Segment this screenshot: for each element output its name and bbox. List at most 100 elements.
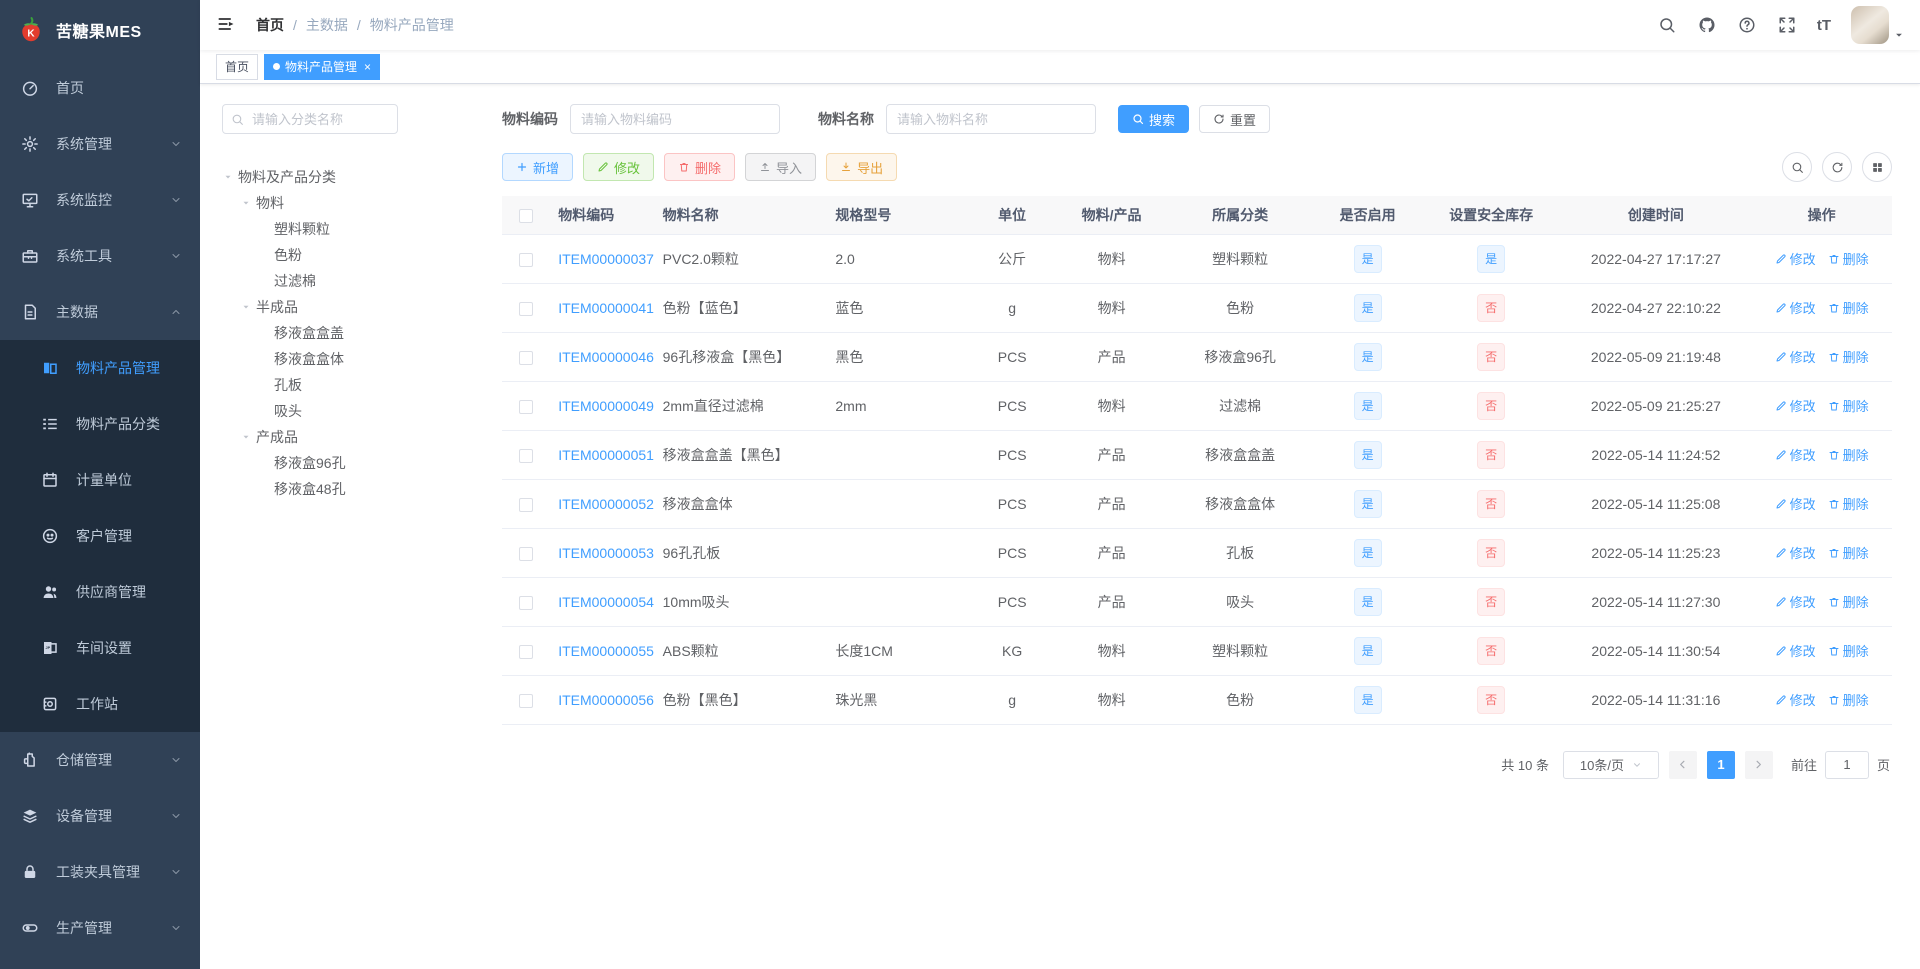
font-size-icon[interactable]: tT — [1817, 17, 1831, 34]
reset-button[interactable]: 重置 — [1199, 105, 1271, 133]
tree-node[interactable]: 移液盒盒盖 — [222, 320, 480, 346]
github-icon[interactable] — [1697, 15, 1717, 35]
row-edit-link[interactable]: 修改 — [1775, 249, 1816, 268]
sidebar-item-warehouse-mgmt[interactable]: 仓储管理 — [0, 732, 200, 788]
goto-page-input[interactable] — [1824, 750, 1869, 779]
tree-node[interactable]: 色粉 — [222, 242, 480, 268]
collapse-menu-icon[interactable] — [216, 14, 238, 36]
tree-node[interactable]: 物料 — [222, 190, 480, 216]
row-delete-link[interactable]: 删除 — [1828, 592, 1869, 611]
row-edit-link[interactable]: 修改 — [1775, 690, 1816, 709]
sidebar-item-measure-unit[interactable]: 计量单位 — [0, 452, 200, 508]
row-checkbox[interactable] — [519, 448, 534, 463]
material-code-link[interactable]: ITEM00000054 — [558, 594, 654, 610]
avatar[interactable] — [1851, 6, 1889, 44]
material-code-link[interactable]: ITEM00000051 — [558, 447, 654, 463]
tree-node[interactable]: 移液盒48孔 — [222, 476, 480, 502]
tree-node[interactable]: 物料及产品分类 — [222, 164, 480, 190]
breadcrumb-master-data[interactable]: 主数据 — [306, 15, 348, 35]
row-checkbox[interactable] — [519, 546, 534, 561]
row-delete-link[interactable]: 删除 — [1828, 298, 1869, 317]
import-button[interactable]: 导入 — [745, 153, 817, 181]
sidebar-item-customer-mgmt[interactable]: 客户管理 — [0, 508, 200, 564]
tree-node[interactable]: 塑料颗粒 — [222, 216, 480, 242]
sidebar-item-material-product-category[interactable]: 物料产品分类 — [0, 396, 200, 452]
page-size-select[interactable]: 10条/页 — [1562, 750, 1659, 779]
sidebar-item-fixture-mgmt[interactable]: 工装夹具管理 — [0, 844, 200, 900]
material-code-link[interactable]: ITEM00000049 — [558, 398, 654, 414]
row-delete-link[interactable]: 删除 — [1828, 396, 1869, 415]
tree-node[interactable]: 吸头 — [222, 398, 480, 424]
row-delete-link[interactable]: 删除 — [1828, 690, 1869, 709]
tree-node[interactable]: 过滤棉 — [222, 268, 480, 294]
sidebar-item-workshop-setting[interactable]: JP 车间设置 — [0, 620, 200, 676]
row-delete-link[interactable]: 删除 — [1828, 543, 1869, 562]
logo[interactable]: K 苦糖果MES — [0, 0, 200, 60]
fullscreen-icon[interactable] — [1777, 15, 1797, 35]
sidebar-item-master-data[interactable]: 主数据 — [0, 284, 200, 340]
select-all-checkbox[interactable] — [519, 208, 534, 223]
material-code-link[interactable]: ITEM00000055 — [558, 643, 654, 659]
expand-arrow-icon[interactable] — [240, 431, 256, 443]
row-edit-link[interactable]: 修改 — [1775, 445, 1816, 464]
column-settings-icon[interactable] — [1862, 152, 1892, 182]
add-button[interactable]: 新增 — [502, 153, 574, 181]
row-edit-link[interactable]: 修改 — [1775, 396, 1816, 415]
sidebar-item-system-monitor[interactable]: 系统监控 — [0, 172, 200, 228]
expand-arrow-icon[interactable] — [222, 171, 238, 183]
material-code-link[interactable]: ITEM00000053 — [558, 545, 654, 561]
page-number-1[interactable]: 1 — [1706, 750, 1735, 779]
next-page-button[interactable] — [1744, 750, 1773, 779]
expand-arrow-icon[interactable] — [240, 301, 256, 313]
material-code-input[interactable] — [570, 104, 780, 134]
row-delete-link[interactable]: 删除 — [1828, 494, 1869, 513]
material-name-input[interactable] — [886, 104, 1096, 134]
user-menu[interactable] — [1851, 6, 1904, 44]
row-delete-link[interactable]: 删除 — [1828, 641, 1869, 660]
row-edit-link[interactable]: 修改 — [1775, 543, 1816, 562]
tree-node[interactable]: 移液盒盒体 — [222, 346, 480, 372]
row-checkbox[interactable] — [519, 595, 534, 610]
show-search-icon[interactable] — [1782, 152, 1812, 182]
tree-node[interactable]: 孔板 — [222, 372, 480, 398]
sidebar-item-production-mgmt[interactable]: 生产管理 — [0, 900, 200, 956]
sidebar-item-material-product-mgmt[interactable]: 物料产品管理 — [0, 340, 200, 396]
category-search-input[interactable] — [250, 110, 389, 128]
sidebar-item-equipment-mgmt[interactable]: 设备管理 — [0, 788, 200, 844]
row-checkbox[interactable] — [519, 497, 534, 512]
sidebar-item-workstation[interactable]: 工作站 — [0, 676, 200, 732]
sidebar-item-system-tools[interactable]: 系统工具 — [0, 228, 200, 284]
delete-button[interactable]: 删除 — [664, 153, 736, 181]
row-edit-link[interactable]: 修改 — [1775, 494, 1816, 513]
material-code-link[interactable]: ITEM00000037 — [558, 251, 654, 267]
row-checkbox[interactable] — [519, 644, 534, 659]
row-checkbox[interactable] — [519, 301, 534, 316]
tab-material-product-mgmt[interactable]: 物料产品管理 × — [264, 53, 381, 80]
row-edit-link[interactable]: 修改 — [1775, 641, 1816, 660]
help-icon[interactable] — [1737, 15, 1757, 35]
row-delete-link[interactable]: 删除 — [1828, 249, 1869, 268]
export-button[interactable]: 导出 — [826, 153, 898, 181]
close-icon[interactable]: × — [362, 61, 371, 73]
row-edit-link[interactable]: 修改 — [1775, 347, 1816, 366]
row-checkbox[interactable] — [519, 693, 534, 708]
row-edit-link[interactable]: 修改 — [1775, 298, 1816, 317]
prev-page-button[interactable] — [1668, 750, 1697, 779]
tree-node[interactable]: 半成品 — [222, 294, 480, 320]
search-icon[interactable] — [1657, 15, 1677, 35]
edit-button[interactable]: 修改 — [583, 153, 655, 181]
material-code-link[interactable]: ITEM00000052 — [558, 496, 654, 512]
sidebar-item-system-mgmt[interactable]: 系统管理 — [0, 116, 200, 172]
tab-home[interactable]: 首页 — [216, 53, 259, 80]
refresh-icon[interactable] — [1822, 152, 1852, 182]
row-checkbox[interactable] — [519, 350, 534, 365]
row-delete-link[interactable]: 删除 — [1828, 347, 1869, 366]
tree-node[interactable]: 产成品 — [222, 424, 480, 450]
material-code-link[interactable]: ITEM00000041 — [558, 300, 654, 316]
expand-arrow-icon[interactable] — [240, 197, 256, 209]
search-button[interactable]: 搜索 — [1118, 105, 1190, 133]
row-delete-link[interactable]: 删除 — [1828, 445, 1869, 464]
material-code-link[interactable]: ITEM00000046 — [558, 349, 654, 365]
breadcrumb-home[interactable]: 首页 — [256, 15, 284, 35]
row-edit-link[interactable]: 修改 — [1775, 592, 1816, 611]
